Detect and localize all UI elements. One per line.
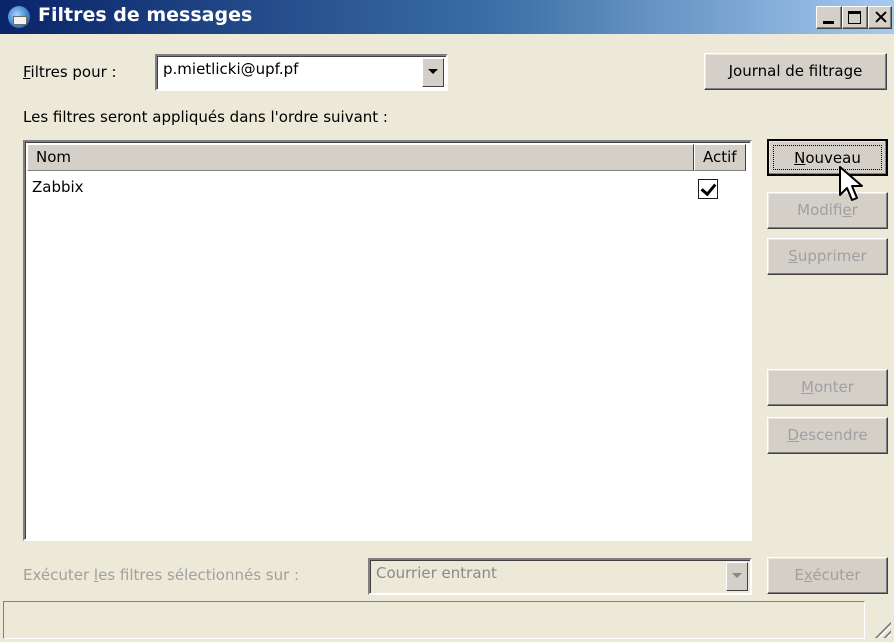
filter-active-checkbox[interactable] (698, 179, 718, 199)
close-icon (869, 7, 893, 28)
title-bar[interactable]: Filtres de messages (0, 0, 894, 34)
run-on-select-value: Courrier entrant (376, 564, 497, 582)
minimize-button[interactable] (816, 6, 842, 29)
window-title: Filtres de messages (38, 4, 253, 26)
minimize-icon (817, 7, 841, 28)
account-select[interactable]: p.mietlicki@upf.pf (155, 54, 448, 91)
thunderbird-icon (8, 6, 30, 28)
column-header-name[interactable]: Nom (27, 144, 694, 171)
chevron-down-icon[interactable] (422, 58, 444, 87)
maximize-icon (843, 7, 867, 28)
edit-filter-button[interactable]: Modifier (767, 192, 888, 229)
move-down-button[interactable]: Descendre (767, 417, 888, 454)
run-on-label: Exécuter les filtres sélectionnés sur : (23, 566, 300, 584)
account-label: Filtres pour : (23, 63, 117, 81)
resize-grip-icon[interactable] (873, 620, 891, 638)
run-filters-button[interactable]: Exécuter (767, 557, 888, 594)
move-up-button[interactable]: Monter (767, 369, 888, 406)
delete-filter-button[interactable]: Supprimer (767, 238, 888, 275)
order-description: Les filtres seront appliqués dans l'ordr… (23, 108, 388, 126)
account-select-value: p.mietlicki@upf.pf (163, 60, 299, 78)
maximize-button[interactable] (842, 6, 868, 29)
mouse-cursor-icon (839, 166, 863, 201)
filter-row-name[interactable]: Zabbix (32, 178, 84, 196)
chevron-down-icon[interactable] (726, 562, 748, 591)
filter-log-button[interactable]: Journal de filtrage (704, 53, 887, 90)
filter-list[interactable]: Nom Actif Zabbix (23, 140, 752, 541)
status-bar (3, 601, 865, 639)
run-on-select[interactable]: Courrier entrant (368, 558, 752, 595)
new-filter-button[interactable]: Nouveau (767, 139, 888, 176)
column-header-active[interactable]: Actif (694, 144, 746, 171)
close-button[interactable] (868, 6, 892, 29)
